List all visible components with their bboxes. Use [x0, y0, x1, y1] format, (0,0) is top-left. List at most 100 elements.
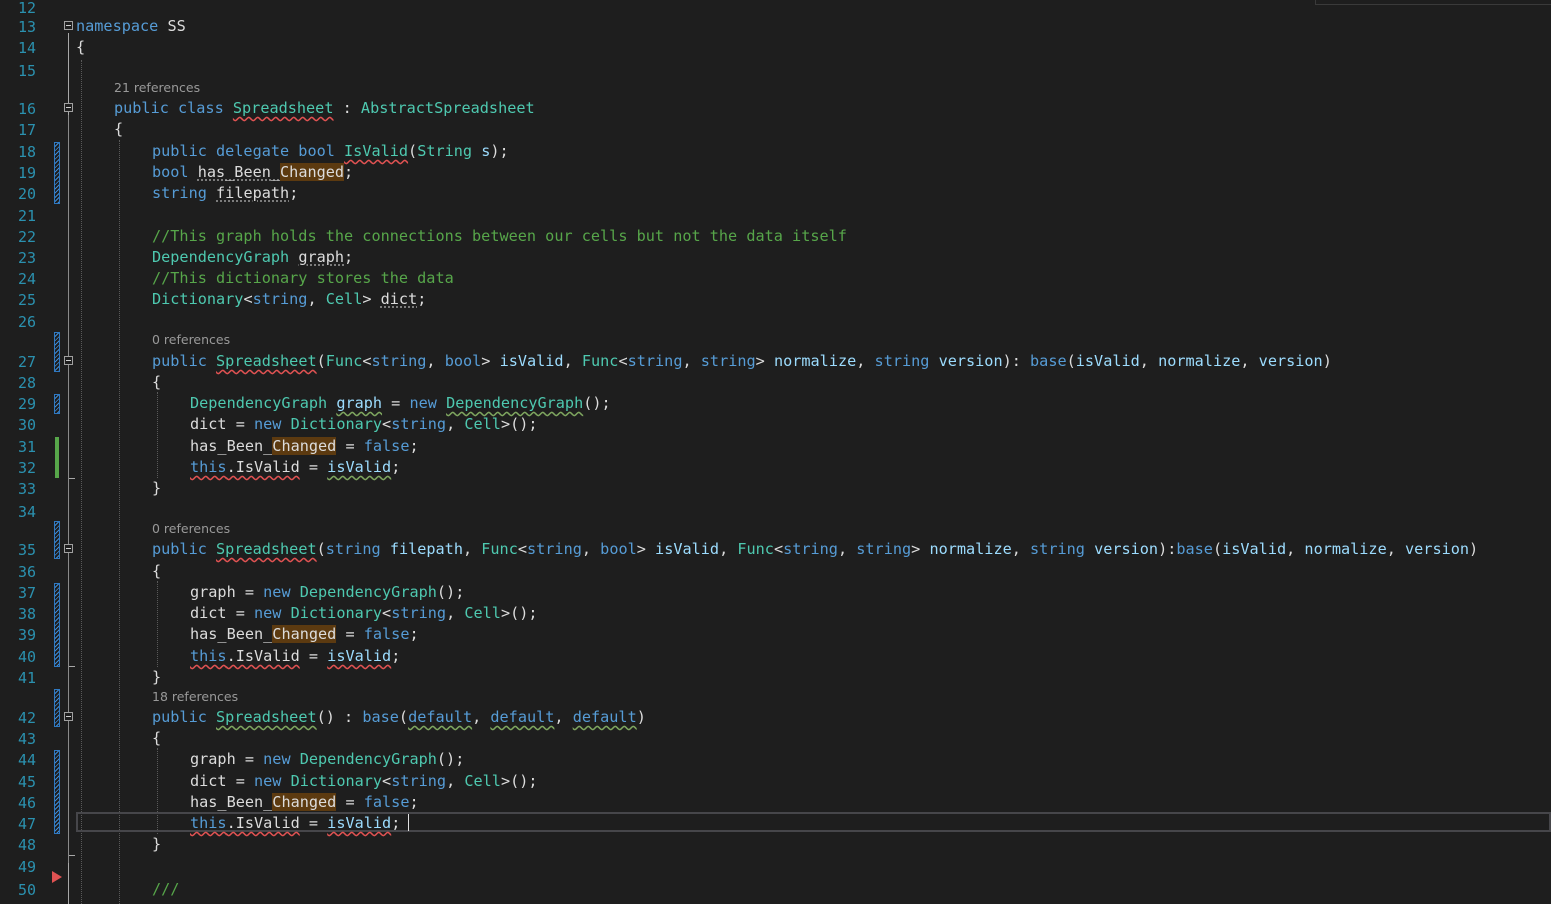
- code-line[interactable]: dict = new Dictionary<string, Cell>();: [190, 415, 538, 433]
- saved-change-marker: [55, 437, 59, 478]
- code-line[interactable]: dict = new Dictionary<string, Cell>();: [190, 604, 538, 622]
- code-line[interactable]: //This dictionary stores the data: [152, 269, 454, 287]
- code-line[interactable]: graph = new DependencyGraph();: [190, 583, 464, 601]
- line-number: 44: [17, 751, 36, 769]
- code-line[interactable]: bool has_Been_Changed;: [152, 163, 353, 181]
- line-number: 16: [17, 100, 36, 118]
- collapse-ctor3-icon[interactable]: [64, 712, 73, 721]
- code-lens-references[interactable]: 18 references: [152, 690, 238, 704]
- line-number: 50: [17, 881, 36, 899]
- line-number: 31: [17, 438, 36, 456]
- code-line[interactable]: this.IsValid = isValid;: [190, 458, 400, 476]
- line-number: 25: [17, 291, 36, 309]
- line-number: 17: [17, 121, 36, 139]
- change-marker: [54, 583, 60, 667]
- line-number: 12: [17, 0, 36, 17]
- outline-end-tick: [69, 855, 75, 856]
- code-line[interactable]: {: [114, 120, 123, 138]
- change-marker: [54, 332, 60, 372]
- line-number: 47: [17, 815, 36, 833]
- code-line[interactable]: DependencyGraph graph = new DependencyGr…: [190, 394, 611, 412]
- code-line[interactable]: graph = new DependencyGraph();: [190, 750, 464, 768]
- line-number: 29: [17, 395, 36, 413]
- outline-end-tick: [69, 666, 75, 667]
- line-number: 22: [17, 228, 36, 246]
- change-marker: [54, 750, 60, 834]
- code-lens-references[interactable]: 21 references: [114, 81, 200, 95]
- line-number: 46: [17, 794, 36, 812]
- line-number: 26: [17, 313, 36, 331]
- line-number: 14: [17, 39, 36, 57]
- code-line[interactable]: this.IsValid = isValid;: [190, 814, 400, 832]
- line-number: 15: [17, 62, 36, 80]
- code-line[interactable]: {: [152, 373, 161, 391]
- code-line[interactable]: Dictionary<string, Cell> dict;: [152, 290, 426, 308]
- line-number: 28: [17, 374, 36, 392]
- text-caret: [408, 814, 409, 831]
- collapse-ctor2-icon[interactable]: [64, 544, 73, 553]
- code-line[interactable]: ///: [152, 880, 179, 898]
- code-line[interactable]: {: [152, 729, 161, 747]
- code-editor[interactable]: 21 references 0 references 0 references …: [0, 0, 1551, 904]
- line-number: 32: [17, 459, 36, 477]
- line-number: 37: [17, 584, 36, 602]
- indent-guide: [157, 581, 158, 667]
- line-number: 36: [17, 563, 36, 581]
- code-line[interactable]: }: [152, 479, 161, 497]
- scroll-indicator[interactable]: [1315, 0, 1551, 5]
- line-number: 39: [17, 626, 36, 644]
- line-number: 34: [17, 503, 36, 521]
- line-number: 42: [17, 709, 36, 727]
- code-line[interactable]: }: [152, 835, 161, 853]
- code-line[interactable]: public Spreadsheet(string filepath, Func…: [152, 540, 1478, 558]
- change-marker: [54, 394, 60, 414]
- code-line[interactable]: string filepath;: [152, 184, 298, 202]
- change-marker: [54, 521, 60, 559]
- code-line[interactable]: public delegate bool IsValid(String s);: [152, 142, 509, 160]
- code-line[interactable]: public Spreadsheet() : base(default, def…: [152, 708, 646, 726]
- code-line[interactable]: namespace SS: [76, 17, 186, 35]
- code-line[interactable]: }: [152, 668, 161, 686]
- line-number: 45: [17, 773, 36, 791]
- breakpoint-arrow-icon[interactable]: [52, 871, 62, 883]
- line-number: 43: [17, 730, 36, 748]
- line-number: 41: [17, 669, 36, 687]
- outline-guide: [68, 115, 69, 863]
- collapse-ctor1-icon[interactable]: [64, 356, 73, 365]
- indent-guide: [119, 140, 120, 904]
- line-number: 48: [17, 836, 36, 854]
- code-line[interactable]: has_Been_Changed = false;: [190, 793, 419, 811]
- line-number: 21: [17, 207, 36, 225]
- outline-end-tick: [69, 478, 75, 479]
- line-number: 20: [17, 185, 36, 203]
- code-line[interactable]: //This graph holds the connections betwe…: [152, 227, 847, 245]
- code-line[interactable]: {: [152, 562, 161, 580]
- code-line[interactable]: has_Been_Changed = false;: [190, 625, 419, 643]
- code-line[interactable]: this.IsValid = isValid;: [190, 647, 400, 665]
- line-number: 13: [17, 18, 36, 36]
- code-lens-references[interactable]: 0 references: [152, 333, 230, 347]
- line-number: 30: [17, 416, 36, 434]
- change-marker: [54, 689, 60, 727]
- line-number: 40: [17, 648, 36, 666]
- line-number: 18: [17, 143, 36, 161]
- line-number: 49: [17, 858, 36, 876]
- code-line[interactable]: public Spreadsheet(Func<string, bool> is…: [152, 352, 1332, 370]
- code-lens-references[interactable]: 0 references: [152, 522, 230, 536]
- line-number: 33: [17, 480, 36, 498]
- change-marker: [54, 142, 60, 204]
- line-number: 23: [17, 249, 36, 267]
- code-line[interactable]: public class Spreadsheet : AbstractSprea…: [114, 99, 535, 117]
- line-number: 27: [17, 353, 36, 371]
- line-number: 19: [17, 164, 36, 182]
- code-line[interactable]: {: [76, 38, 85, 56]
- line-number: 24: [17, 270, 36, 288]
- code-line[interactable]: dict = new Dictionary<string, Cell>();: [190, 772, 538, 790]
- indent-guide: [81, 60, 82, 904]
- collapse-namespace-icon[interactable]: [64, 21, 73, 30]
- line-number: 35: [17, 541, 36, 559]
- indent-guide: [157, 392, 158, 478]
- collapse-class-icon[interactable]: [64, 103, 73, 112]
- code-line[interactable]: DependencyGraph graph;: [152, 248, 353, 266]
- code-line[interactable]: has_Been_Changed = false;: [190, 437, 419, 455]
